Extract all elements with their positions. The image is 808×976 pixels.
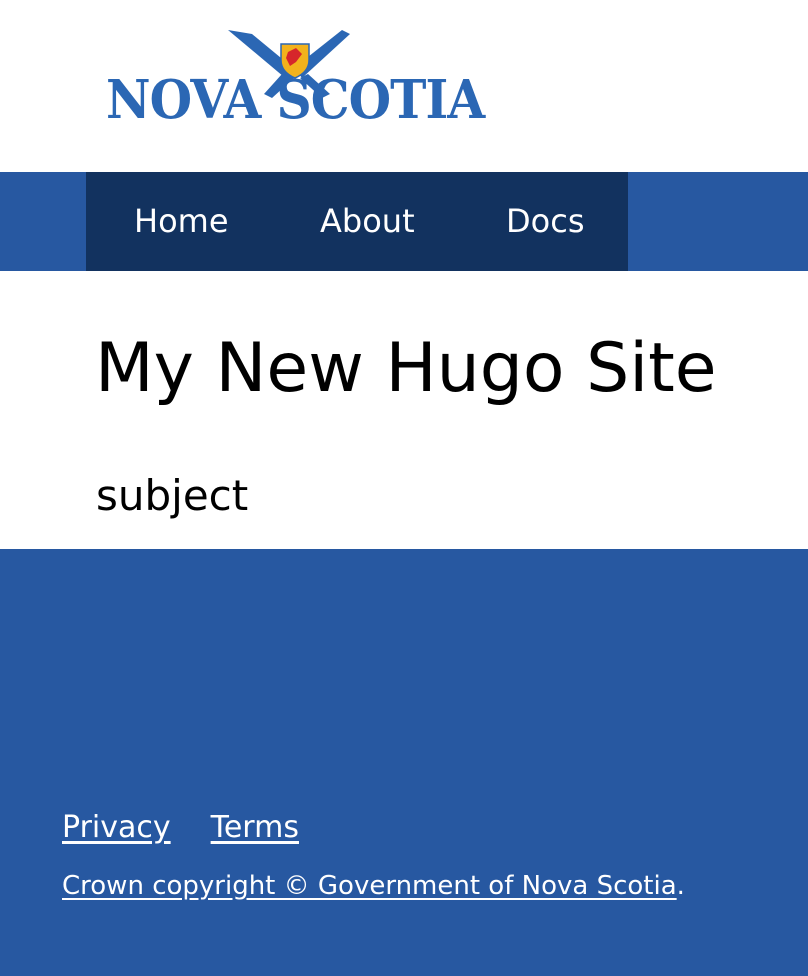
nav-item-home[interactable]: Home [134,205,229,237]
logo-wordmark: NOVA SCOTIA [106,69,485,131]
terms-link[interactable]: Terms [211,813,299,843]
copyright-link[interactable]: Crown copyright © Government of Nova Sco… [62,871,677,901]
footer-links: Privacy Terms [62,813,299,843]
privacy-link[interactable]: Privacy [62,813,171,843]
page-title: My New Hugo Site [95,329,717,408]
copyright-suffix: . [676,871,685,901]
page-subject: subject [96,471,249,520]
nova-scotia-logo[interactable]: NOVA SCOTIA [104,28,485,132]
main-navigation: Home About Docs [0,172,808,271]
site-header: NOVA SCOTIA [0,0,808,172]
main-content: My New Hugo Site subject [0,271,808,549]
copyright-notice: Crown copyright © Government of Nova Sco… [62,873,685,899]
site-footer: Privacy Terms Crown copyright © Governme… [0,549,808,976]
nav-item-docs[interactable]: Docs [506,205,584,237]
nav-menu: Home About Docs [86,172,628,271]
nav-item-about[interactable]: About [320,205,415,237]
